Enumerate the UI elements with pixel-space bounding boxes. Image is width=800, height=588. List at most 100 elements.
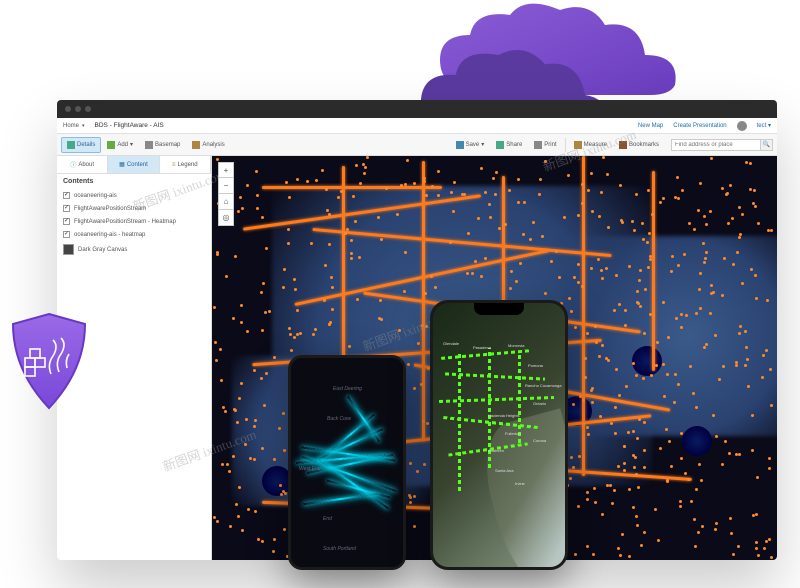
position-point bbox=[273, 538, 276, 541]
route-line bbox=[518, 353, 521, 443]
position-point bbox=[241, 207, 244, 210]
position-point bbox=[730, 532, 733, 535]
position-point bbox=[293, 336, 296, 339]
map-label: End bbox=[323, 516, 332, 522]
position-point bbox=[262, 282, 265, 285]
position-point bbox=[732, 553, 735, 556]
position-point bbox=[701, 525, 704, 528]
phone-mockup-1: East Deering Back Cove West End End Sout… bbox=[288, 355, 406, 570]
details-button[interactable]: Details bbox=[61, 137, 101, 153]
layer-item[interactable]: oceaneering-ais - heatmap bbox=[57, 228, 211, 241]
home-button[interactable]: Home ▾ bbox=[63, 123, 85, 129]
position-point bbox=[215, 359, 218, 362]
user-name[interactable]: tect ▾ bbox=[757, 122, 771, 129]
save-button[interactable]: Save ▾ bbox=[450, 137, 491, 153]
position-point bbox=[770, 404, 773, 407]
new-map-link[interactable]: New Map bbox=[638, 123, 663, 129]
position-point bbox=[770, 229, 773, 232]
basemap-icon bbox=[145, 141, 153, 149]
position-point bbox=[582, 422, 585, 425]
window-titlebar bbox=[57, 100, 777, 118]
position-point bbox=[587, 189, 590, 192]
position-point bbox=[359, 182, 362, 185]
position-point bbox=[517, 201, 520, 204]
position-point bbox=[704, 257, 707, 260]
city-label: Fullerton bbox=[505, 431, 521, 436]
analysis-button[interactable]: Analysis bbox=[186, 137, 230, 153]
position-point bbox=[765, 349, 768, 352]
app-header: Home ▾ BDS - FlightAware - AIS New Map C… bbox=[57, 118, 777, 134]
position-point bbox=[239, 196, 242, 199]
position-point bbox=[213, 306, 216, 309]
city-label: Santa Ana bbox=[495, 468, 513, 473]
position-point bbox=[677, 383, 680, 386]
position-point bbox=[273, 356, 276, 359]
zoom-in-button[interactable]: + bbox=[218, 162, 234, 178]
position-point bbox=[635, 374, 638, 377]
checkbox-checked-icon[interactable] bbox=[63, 205, 70, 212]
position-point bbox=[755, 547, 758, 550]
search-icon[interactable]: 🔍 bbox=[761, 139, 773, 151]
phone-screen: GlendalePasadenaMonroviaPomonaRancho Cuc… bbox=[433, 303, 565, 567]
position-point bbox=[624, 309, 627, 312]
position-point bbox=[577, 505, 580, 508]
position-point bbox=[504, 223, 507, 226]
position-point bbox=[235, 503, 238, 506]
share-button[interactable]: Share bbox=[490, 137, 528, 153]
position-point bbox=[632, 362, 635, 365]
position-point bbox=[579, 395, 582, 398]
position-point bbox=[751, 449, 754, 452]
position-point bbox=[572, 403, 575, 406]
position-point bbox=[736, 251, 739, 254]
basemap-button[interactable]: Basemap bbox=[139, 137, 186, 153]
position-point bbox=[662, 197, 665, 200]
add-button[interactable]: Add ▾ bbox=[101, 137, 139, 153]
checkbox-checked-icon[interactable] bbox=[63, 231, 70, 238]
position-point bbox=[329, 321, 332, 324]
position-point bbox=[768, 467, 771, 470]
position-point bbox=[746, 358, 749, 361]
position-point bbox=[216, 251, 219, 254]
city-label: Anaheim bbox=[488, 448, 504, 453]
checkbox-checked-icon[interactable] bbox=[63, 218, 70, 225]
layer-item[interactable]: FlightAwarePositionStream - Heatmap bbox=[57, 215, 211, 228]
search-input[interactable] bbox=[671, 139, 761, 151]
checkbox-checked-icon[interactable] bbox=[63, 192, 70, 199]
position-point bbox=[284, 492, 287, 495]
city-label: Pasadena bbox=[473, 345, 491, 350]
position-point bbox=[697, 209, 700, 212]
position-point bbox=[729, 184, 732, 187]
position-point bbox=[350, 252, 353, 255]
position-point bbox=[694, 545, 697, 548]
position-point bbox=[289, 333, 292, 336]
position-point bbox=[649, 255, 652, 258]
position-point bbox=[282, 286, 285, 289]
position-point bbox=[364, 166, 367, 169]
tab-content[interactable]: ▦Content bbox=[108, 156, 159, 173]
zoom-out-button[interactable]: − bbox=[218, 178, 234, 194]
position-point bbox=[636, 524, 639, 527]
position-point bbox=[699, 182, 702, 185]
position-point bbox=[700, 479, 703, 482]
position-point bbox=[450, 191, 453, 194]
position-point bbox=[240, 321, 243, 324]
tab-about[interactable]: ⓘAbout bbox=[57, 156, 108, 173]
home-extent-button[interactable]: ⌂ bbox=[218, 194, 234, 210]
position-point bbox=[290, 349, 293, 352]
position-point bbox=[606, 484, 609, 487]
flight-track bbox=[262, 186, 442, 189]
position-point bbox=[635, 193, 638, 196]
avatar[interactable] bbox=[737, 121, 747, 131]
position-point bbox=[572, 466, 575, 469]
position-point bbox=[731, 217, 734, 220]
map-label: Back Cove bbox=[327, 416, 351, 422]
position-point bbox=[255, 170, 258, 173]
print-icon bbox=[534, 141, 542, 149]
basemap-item[interactable]: Dark Gray Canvas bbox=[57, 241, 211, 258]
position-point bbox=[366, 156, 369, 159]
map-label: West End bbox=[299, 466, 321, 472]
locate-button[interactable]: ◎ bbox=[218, 210, 234, 226]
position-point bbox=[697, 531, 700, 534]
position-point bbox=[426, 422, 429, 425]
create-presentation-link[interactable]: Create Presentation bbox=[673, 123, 726, 129]
